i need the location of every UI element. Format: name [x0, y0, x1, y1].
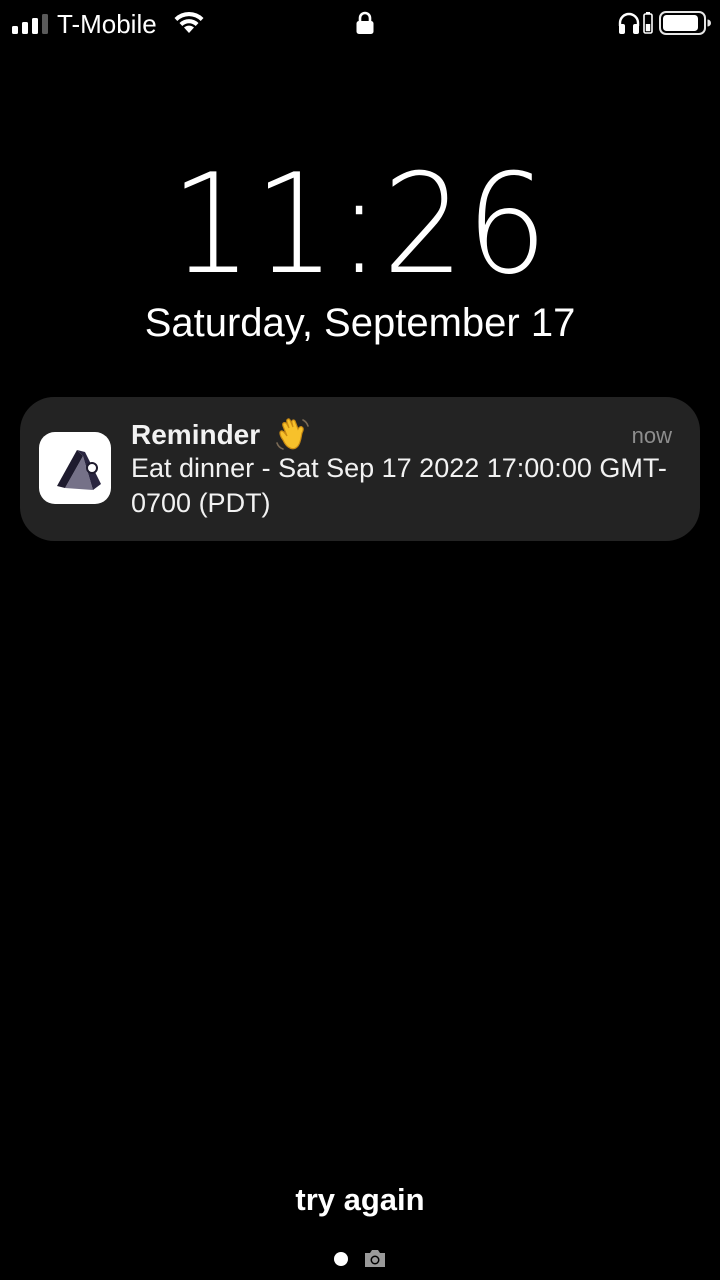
waving-hand-emoji: [276, 418, 309, 450]
page-indicator-dot: [334, 1252, 348, 1266]
notification-body: Eat dinner - Sat Sep 17 2022 17:00:00 GM…: [131, 453, 667, 518]
lock-screen-date: Saturday, September 17: [144, 301, 576, 345]
wifi-icon: [174, 11, 204, 33]
unlock-hint: try again: [295, 1182, 425, 1217]
carrier-name: T-Mobile: [57, 9, 157, 39]
battery-icon: [659, 11, 711, 35]
notification-card[interactable]: Reminder now Eat dinner - Sat Sep 17 202…: [20, 397, 700, 541]
notification-time: now: [631, 423, 672, 448]
app-logo-icon: [39, 432, 111, 504]
lock-icon: [356, 11, 374, 34]
headphones-battery-icon: [643, 12, 653, 34]
camera-icon[interactable]: [363, 1247, 387, 1269]
lock-screen: T-Mobile 11:26 Saturday, September 17 Re…: [0, 0, 720, 1280]
status-bar: T-Mobile: [0, 0, 720, 48]
notification-title: Reminder: [131, 419, 261, 450]
headphones-icon: [618, 12, 640, 34]
cellular-signal-icon: [12, 14, 48, 34]
lock-screen-time: 11:26: [170, 144, 550, 305]
